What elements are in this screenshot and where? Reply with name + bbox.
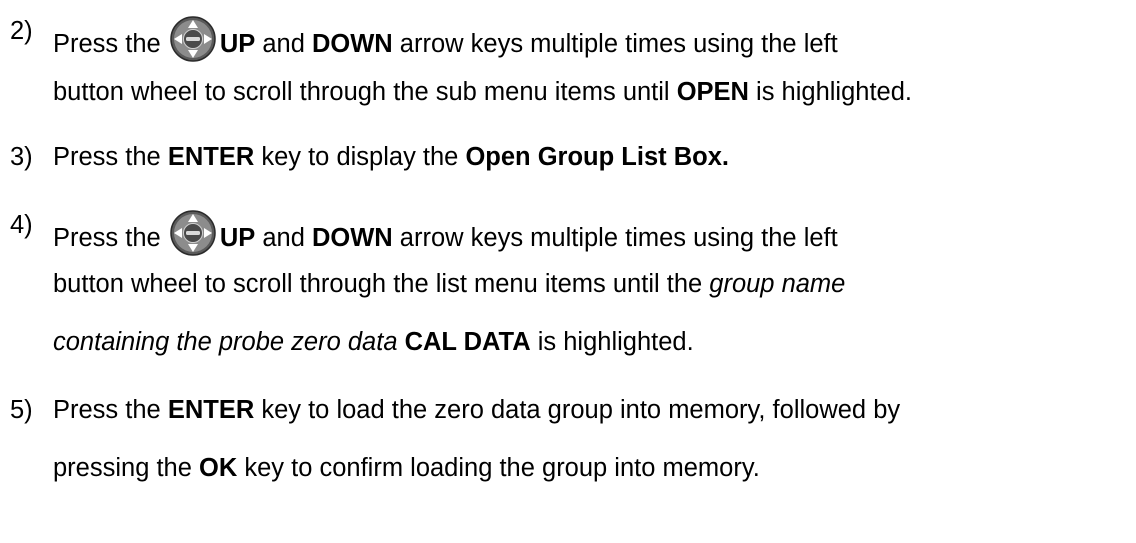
step-number: 2) — [10, 17, 33, 45]
step-text-line: Press the UP and DOWN arrow keys multipl… — [53, 16, 838, 62]
step-text-line: containing the probe zero data CAL DATA … — [53, 328, 694, 356]
step-text-line: button wheel to scroll through the list … — [53, 270, 846, 298]
enter-arrow-pad-icon — [170, 210, 216, 256]
step-number: 4) — [10, 211, 33, 239]
enter-arrow-pad-icon — [170, 16, 216, 62]
step-text-line: Press the UP and DOWN arrow keys multipl… — [53, 210, 838, 256]
step-text-line: Press the ENTER key to load the zero dat… — [53, 396, 901, 424]
step-text-line: pressing the OK key to confirm loading t… — [53, 454, 760, 482]
step-number: 5) — [10, 396, 33, 424]
step-text-line: button wheel to scroll through the sub m… — [53, 78, 912, 106]
step-number: 3) — [10, 143, 33, 171]
step-text-line: Press the ENTER key to display the Open … — [53, 143, 729, 171]
